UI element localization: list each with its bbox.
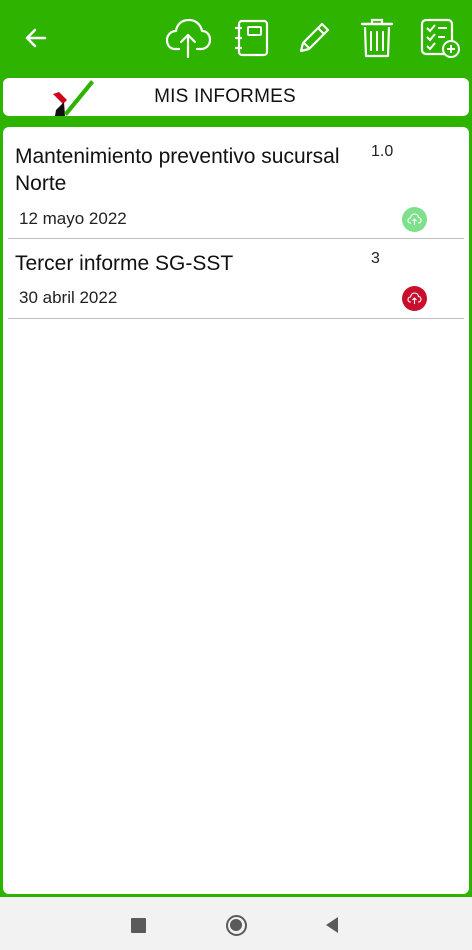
sync-status-button[interactable] — [402, 286, 427, 311]
page-title: MIS INFORMES — [154, 86, 296, 107]
delete-button[interactable] — [353, 14, 401, 62]
title-bar: MIS INFORMES — [3, 78, 469, 116]
pencil-icon — [299, 22, 330, 53]
edit-button[interactable] — [290, 14, 338, 62]
cloud-upload-icon — [407, 292, 422, 304]
recents-button[interactable] — [124, 911, 152, 939]
back-triangle-icon — [326, 917, 338, 933]
upload-cloud-button[interactable] — [164, 14, 212, 62]
report-item[interactable]: Tercer informe SG-SST 3 30 abril 2022 — [8, 239, 464, 319]
notebook-icon — [235, 19, 269, 57]
back-nav-button[interactable] — [318, 911, 346, 939]
report-date: 12 mayo 2022 — [19, 209, 127, 228]
new-report-button[interactable] — [416, 14, 464, 62]
checkmark-logo-icon — [53, 80, 94, 116]
home-circle-icon — [225, 914, 247, 936]
home-button[interactable] — [222, 911, 250, 939]
app-background: MIS INFORMES Mantenimiento preventivo su… — [0, 0, 472, 897]
trash-icon — [360, 18, 394, 58]
cloud-upload-icon — [407, 213, 422, 225]
checklist-add-icon — [420, 18, 460, 58]
cloud-upload-icon — [165, 18, 211, 59]
report-item[interactable]: Mantenimiento preventivo sucursal Norte … — [8, 127, 464, 239]
back-arrow-icon — [25, 28, 47, 48]
sync-status-button[interactable] — [402, 207, 427, 232]
report-name: Mantenimiento preventivo sucursal Norte — [15, 145, 340, 195]
report-version: 3 — [371, 250, 380, 267]
reports-list: Mantenimiento preventivo sucursal Norte … — [3, 127, 469, 894]
recents-square-icon — [130, 917, 146, 933]
notebook-button[interactable] — [227, 14, 275, 62]
report-name: Tercer informe SG-SST — [15, 252, 234, 275]
back-button[interactable] — [12, 14, 60, 62]
report-version: 1.0 — [371, 143, 394, 160]
top-toolbar — [0, 0, 472, 76]
system-navigation-bar — [0, 897, 472, 950]
report-date: 30 abril 2022 — [19, 288, 118, 307]
